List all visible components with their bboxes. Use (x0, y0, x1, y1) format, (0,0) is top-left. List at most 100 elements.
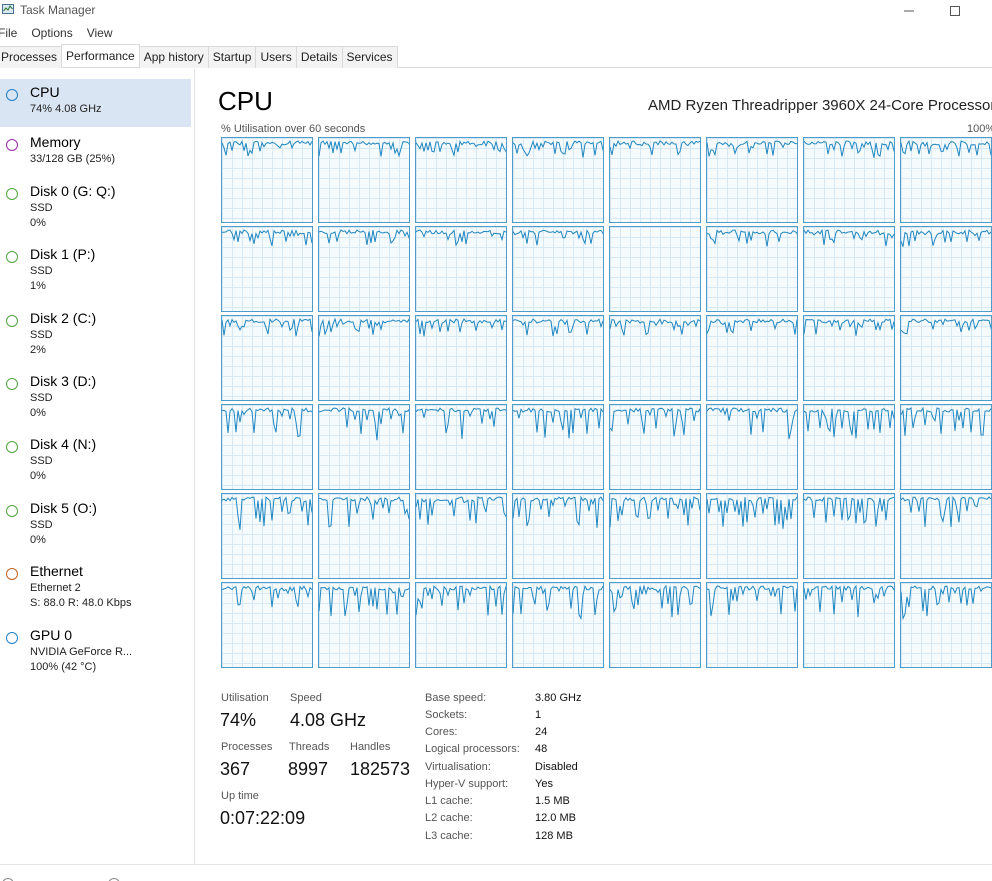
cpu-graph-line (901, 585, 991, 621)
cpu-graph-45 (706, 582, 798, 668)
cpu-graph-44 (609, 582, 701, 668)
tab-startup[interactable]: Startup (207, 46, 257, 68)
sidebar-item-memory-1[interactable]: Memory 33/128 GB (25%) (0, 129, 191, 177)
cpu-graph-19 (512, 315, 604, 401)
cpu-graph-line (416, 229, 506, 247)
sidebar-item-detail: 0% (30, 534, 46, 546)
tab-app-history[interactable]: App history (138, 46, 209, 68)
page-title: CPU (218, 86, 273, 116)
spec-label-base-speed: Base speed: (425, 692, 487, 704)
cpu-graph-17 (318, 315, 410, 401)
logical-processor-graphs[interactable] (221, 137, 992, 668)
sidebar-item-disk-6[interactable]: Disk 4 (N:) SSD 0% (0, 431, 191, 493)
cpu-graph-line (804, 318, 894, 336)
sidebar-item-title: Disk 5 (O:) (30, 500, 97, 516)
maximize-button[interactable] (932, 0, 978, 22)
cpu-graph-line (416, 318, 506, 337)
sidebar-item-detail: SSD (30, 392, 53, 404)
tab-processes[interactable]: Processes (0, 46, 63, 68)
cpu-graph-line (416, 140, 506, 158)
menu-options[interactable]: Options (24, 24, 79, 44)
cpu-graph-line (707, 229, 797, 247)
cpu-graph-14 (803, 226, 895, 312)
sidebar-item-disk-3[interactable]: Disk 1 (P:) SSD 1% (0, 241, 191, 303)
menu-file[interactable]: File (0, 24, 24, 44)
sidebar-item-disk-4[interactable]: Disk 2 (C:) SSD 2% (0, 305, 191, 367)
utilisation-label: Utilisation (221, 692, 269, 704)
tab-performance[interactable]: Performance (61, 44, 140, 67)
cpu-graph-line (901, 406, 991, 436)
cpu-graph-line (804, 584, 894, 618)
cpu-graph-2 (415, 137, 507, 223)
cpu-graph-16 (221, 315, 313, 401)
sidebar-item-ethernet-8[interactable]: Ethernet Ethernet 2 S: 88.0 R: 48.0 Kbps (0, 558, 191, 620)
cpu-graph-37 (706, 493, 798, 579)
cpu-graph-13 (706, 226, 798, 312)
footer-bar (0, 864, 992, 881)
cpu-graph-line (319, 407, 409, 441)
cpu-graph-4 (609, 137, 701, 223)
cpu-graph-line (513, 495, 603, 528)
task-manager-icon (2, 4, 14, 14)
sidebar-item-detail: 0% (30, 407, 46, 419)
cpu-graph-line (416, 496, 506, 525)
tab-details[interactable]: Details (295, 46, 343, 68)
cpu-graph-36 (609, 493, 701, 579)
menu-bar: File Options View (0, 24, 120, 44)
tab-services[interactable]: Services (341, 46, 398, 68)
uptime-value: 0:07:22:09 (220, 808, 306, 828)
cpu-graph-12 (609, 226, 701, 312)
cpu-graph-1 (318, 137, 410, 223)
minimize-button[interactable] (886, 0, 932, 22)
sidebar-item-disk-5[interactable]: Disk 3 (D:) SSD 0% (0, 368, 191, 430)
uptime-label: Up time (221, 790, 259, 802)
cpu-graph-40 (221, 582, 313, 668)
resource-sidebar: CPU 74% 4.08 GHz Memory 33/128 GB (25%) Disk… (0, 69, 195, 864)
spec-value-logical-processors: 48 (535, 743, 548, 755)
speed-value: 4.08 GHz (290, 710, 367, 730)
cpu-graph-27 (512, 404, 604, 490)
cpu-graph-25 (318, 404, 410, 490)
cpu-graph-3 (512, 137, 604, 223)
sidebar-item-title: Disk 4 (N:) (30, 436, 97, 452)
status-circle-icon (6, 188, 18, 200)
cpu-graph-35 (512, 493, 604, 579)
cpu-graph-line (222, 407, 312, 438)
cpu-graph-line (804, 408, 894, 439)
cpu-graph-6 (803, 137, 895, 223)
cpu-graph-line (222, 585, 312, 608)
processes-value: 367 (220, 759, 251, 779)
spec-value-l2-cache: 12.0 MB (535, 812, 576, 824)
sidebar-item-gpu-9[interactable]: GPU 0 NVIDIA GeForce R... 100% (42 °C) (0, 622, 191, 684)
sidebar-item-disk-7[interactable]: Disk 5 (O:) SSD 0% (0, 495, 191, 557)
cpu-graph-line (416, 407, 506, 439)
cpu-graph-33 (318, 493, 410, 579)
cpu-graph-47 (900, 582, 992, 668)
cpu-graph-41 (318, 582, 410, 668)
cpu-graph-line (901, 495, 991, 527)
cpu-graph-line (610, 407, 700, 437)
sidebar-item-detail: 74% 4.08 GHz (30, 103, 102, 115)
cpu-graph-24 (221, 404, 313, 490)
cpu-graph-31 (900, 404, 992, 490)
cpu-graph-line (804, 140, 894, 158)
sidebar-item-disk-2[interactable]: Disk 0 (G: Q:) SSD 0% (0, 178, 191, 240)
cpu-graph-line (804, 496, 894, 527)
cpu-graph-43 (512, 582, 604, 668)
status-circle-icon (6, 251, 18, 263)
spec-value-hyper-v: Yes (535, 778, 553, 790)
cpu-graph-23 (900, 315, 992, 401)
sidebar-item-cpu-0[interactable]: CPU 74% 4.08 GHz (0, 79, 191, 127)
cpu-graph-line (416, 584, 506, 616)
cpu-graph-line (319, 496, 409, 528)
menu-view[interactable]: View (80, 24, 120, 44)
cpu-graph-line (707, 318, 797, 335)
spec-value-cores: 24 (535, 726, 548, 738)
cpu-graph-0 (221, 137, 313, 223)
threads-label: Threads (289, 741, 330, 753)
spec-label-virtualisation: Virtualisation: (425, 761, 491, 773)
tab-users[interactable]: Users (255, 46, 297, 68)
sidebar-item-detail: SSD (30, 202, 53, 214)
sidebar-item-title: Ethernet (30, 563, 83, 579)
cpu-graph-15 (900, 226, 992, 312)
